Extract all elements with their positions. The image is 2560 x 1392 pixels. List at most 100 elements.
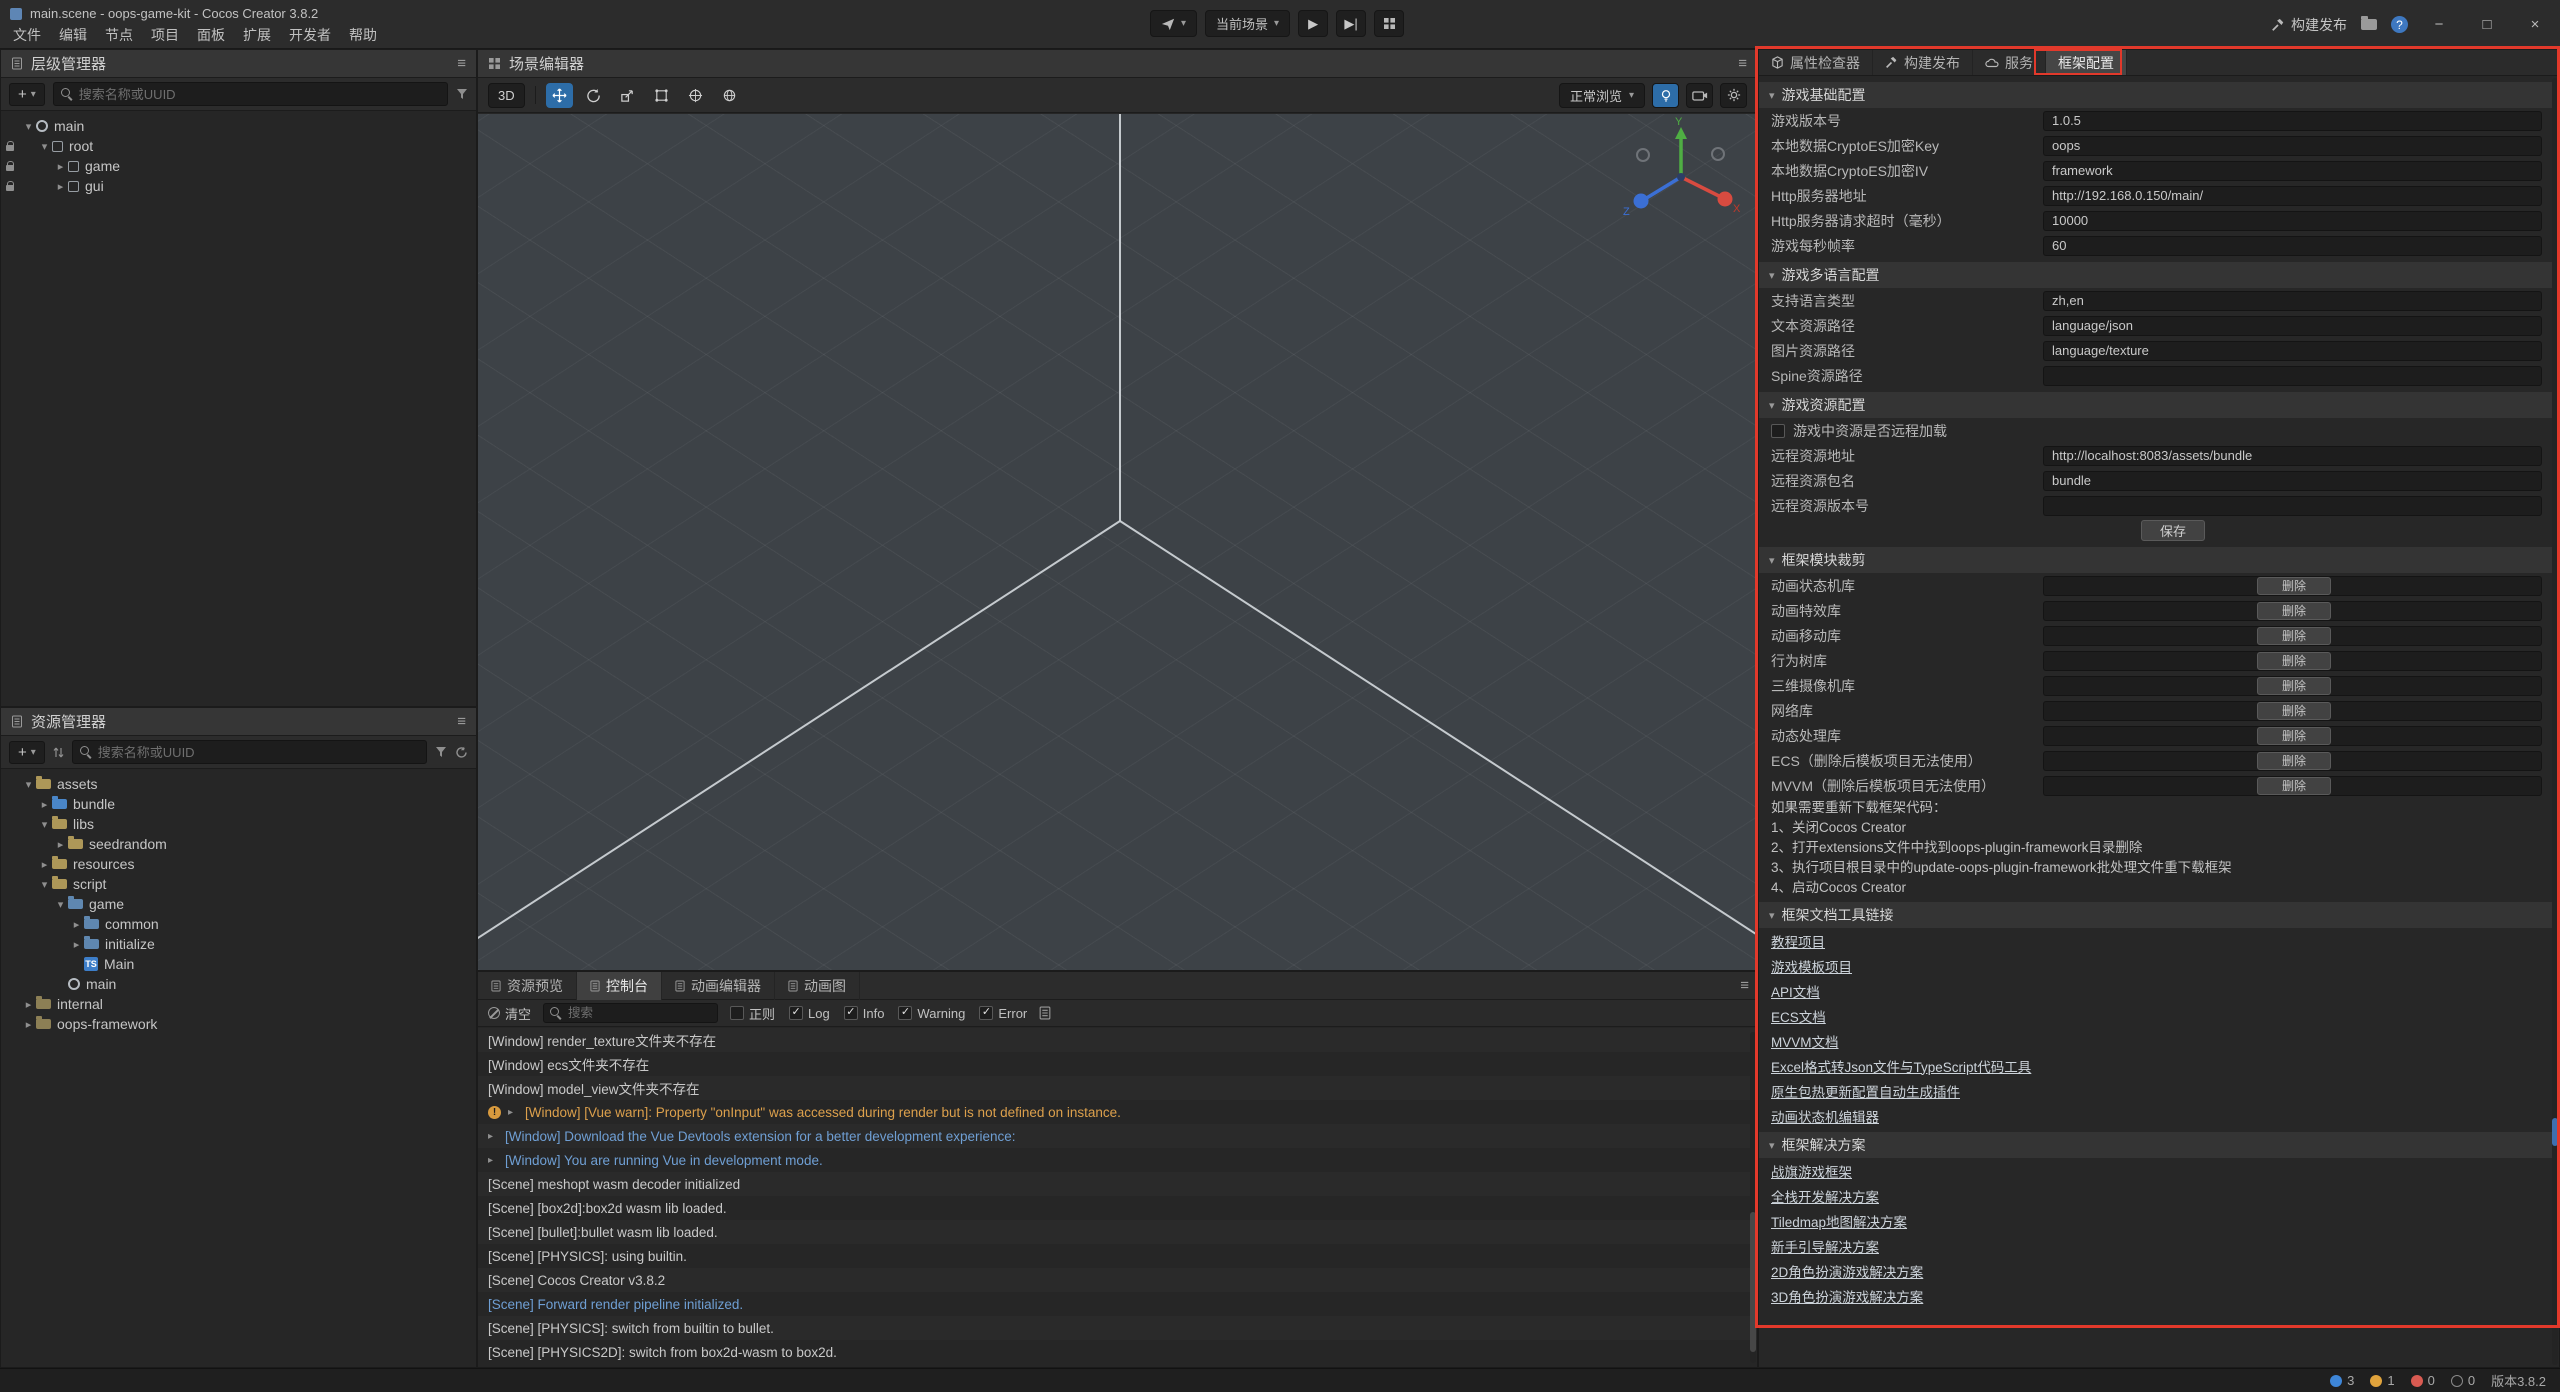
delete-button[interactable]: 删除 <box>2257 652 2331 670</box>
section-header[interactable]: ▾框架文档工具链接 <box>1759 902 2552 928</box>
expand-arrow-icon[interactable]: ▸ <box>488 1131 498 1142</box>
menu-item-1[interactable]: 编辑 <box>50 24 96 47</box>
section-header[interactable]: ▾游戏基础配置 <box>1759 82 2552 108</box>
chevron-down-icon[interactable]: ▾ <box>21 120 36 133</box>
menu-item-6[interactable]: 开发者 <box>280 24 340 47</box>
hierarchy-search[interactable] <box>53 82 448 106</box>
chevron-right-icon[interactable]: ▸ <box>53 838 68 851</box>
delete-button[interactable]: 删除 <box>2257 677 2331 695</box>
property-input[interactable] <box>2043 111 2542 131</box>
tree-row[interactable]: ▸internal <box>1 994 476 1014</box>
property-input[interactable] <box>2043 496 2542 516</box>
menu-item-7[interactable]: 帮助 <box>340 24 386 47</box>
play-button[interactable]: ▶ <box>1298 10 1328 37</box>
export-log-icon[interactable] <box>1039 1006 1051 1020</box>
tree-row[interactable]: ▸common <box>1 914 476 934</box>
tab-framework-config[interactable]: 框架配置 <box>2046 50 2127 75</box>
layout-grid-button[interactable] <box>1374 10 1404 37</box>
scene-viewport[interactable]: Y X Z <box>478 114 1757 970</box>
orientation-gizmo[interactable]: Y X Z <box>1621 117 1741 237</box>
property-input[interactable] <box>2043 211 2542 231</box>
doc-link[interactable]: 2D角色扮演游戏解决方案 <box>1771 1261 1923 1281</box>
log-row[interactable]: ▸[Window] Download the Vue Devtools exte… <box>478 1124 1757 1148</box>
tree-row[interactable]: ▸initialize <box>1 934 476 954</box>
delete-button[interactable]: 删除 <box>2257 602 2331 620</box>
doc-link[interactable]: 动画状态机编辑器 <box>1771 1106 1879 1126</box>
log-row[interactable]: [Scene] [box2d]:box2d wasm lib loaded. <box>478 1196 1757 1220</box>
panel-menu-icon[interactable]: ≡ <box>457 55 466 72</box>
panel-menu-icon[interactable]: ≡ <box>1738 55 1747 72</box>
rect-tool-button[interactable] <box>648 83 675 108</box>
section-header[interactable]: ▾框架解决方案 <box>1759 1132 2552 1158</box>
console-search[interactable] <box>543 1003 718 1023</box>
doc-link[interactable]: MVVM文档 <box>1771 1031 1839 1051</box>
tree-row[interactable]: main <box>1 974 476 994</box>
tree-row[interactable]: ▾script <box>1 874 476 894</box>
tab-inspector[interactable]: 属性检查器 <box>1759 50 1873 75</box>
property-input[interactable] <box>2043 161 2542 181</box>
doc-link[interactable]: API文档 <box>1771 981 1820 1001</box>
section-header[interactable]: ▾游戏资源配置 <box>1759 392 2552 418</box>
doc-link[interactable]: 新手引导解决方案 <box>1771 1236 1879 1256</box>
pivot-toggle-button[interactable] <box>682 83 709 108</box>
menu-item-2[interactable]: 节点 <box>96 24 142 47</box>
chevron-down-icon[interactable]: ▾ <box>21 778 36 791</box>
doc-link[interactable]: 战旗游戏框架 <box>1771 1161 1852 1181</box>
delete-button[interactable]: 删除 <box>2257 727 2331 745</box>
log-row[interactable]: [Scene] [bullet]:bullet wasm lib loaded. <box>478 1220 1757 1244</box>
scale-tool-button[interactable] <box>614 83 641 108</box>
step-button[interactable]: ▶| <box>1336 10 1366 37</box>
menu-item-5[interactable]: 扩展 <box>234 24 280 47</box>
log-row[interactable]: [Scene] [PHYSICS2D]: switch from box2d-w… <box>478 1340 1757 1364</box>
log-row[interactable]: [Scene] Forward render pipeline initiali… <box>478 1292 1757 1316</box>
preview-platform-button[interactable]: ▾ <box>1150 10 1197 37</box>
doc-link[interactable]: Excel格式转Json文件与TypeScript代码工具 <box>1771 1056 2031 1076</box>
assets-search[interactable] <box>72 740 427 764</box>
tab-build[interactable]: 构建发布 <box>1873 50 1973 75</box>
property-input[interactable] <box>2043 341 2542 361</box>
doc-link[interactable]: 教程项目 <box>1771 931 1825 951</box>
move-tool-button[interactable] <box>546 83 573 108</box>
delete-button[interactable]: 删除 <box>2257 777 2331 795</box>
status-count-0[interactable]: 3 <box>2330 1373 2354 1388</box>
sort-icon[interactable] <box>53 746 64 759</box>
property-input[interactable] <box>2043 136 2542 156</box>
tree-row[interactable]: ▸seedrandom <box>1 834 476 854</box>
doc-link[interactable]: ECS文档 <box>1771 1006 1826 1026</box>
doc-link[interactable]: Tiledmap地图解决方案 <box>1771 1211 1907 1231</box>
tree-row[interactable]: TSMain <box>1 954 476 974</box>
log-row[interactable]: [Scene] meshopt wasm decoder initialized <box>478 1172 1757 1196</box>
add-asset-button[interactable]: + ▾ <box>9 741 45 764</box>
remote-load-checkbox[interactable] <box>1771 424 1785 438</box>
tree-row[interactable]: ▾game <box>1 894 476 914</box>
scene-select[interactable]: 当前场景 ▾ <box>1205 10 1290 37</box>
tree-row[interactable]: ▾libs <box>1 814 476 834</box>
property-input[interactable] <box>2043 446 2542 466</box>
property-input[interactable] <box>2043 471 2542 491</box>
console-search-input[interactable] <box>568 1006 711 1020</box>
scene-camera-button[interactable] <box>1686 83 1713 108</box>
log-row[interactable]: [Scene] [PHYSICS]: switch from builtin t… <box>478 1316 1757 1340</box>
chevron-right-icon[interactable]: ▸ <box>69 918 84 931</box>
open-project-folder-icon[interactable] <box>2361 19 2377 30</box>
maximize-button[interactable]: □ <box>2470 11 2504 39</box>
save-button[interactable]: 保存 <box>2141 520 2205 541</box>
tree-row[interactable]: ▾main <box>1 116 476 136</box>
clear-console-button[interactable]: 清空 <box>488 1004 531 1023</box>
filter-正则[interactable]: 正则 <box>730 1004 775 1023</box>
build-publish-button[interactable]: 构建发布 <box>2271 15 2347 35</box>
doc-link[interactable]: 全栈开发解决方案 <box>1771 1186 1879 1206</box>
message-count[interactable]: 0 <box>2451 1373 2475 1388</box>
chevron-down-icon[interactable]: ▾ <box>37 878 52 891</box>
console-tab-0[interactable]: 资源预览 <box>478 972 577 1000</box>
filter-error[interactable]: Error <box>979 1006 1027 1021</box>
projection-3d-button[interactable]: 3D <box>488 83 525 108</box>
log-row[interactable]: [Scene] [PHYSICS]: using builtin. <box>478 1244 1757 1268</box>
status-count-2[interactable]: 0 <box>2411 1373 2435 1388</box>
log-row[interactable]: [Scene] Cocos Creator v3.8.2 <box>478 1268 1757 1292</box>
log-row[interactable]: [Window] model_view文件夹不存在 <box>478 1076 1757 1100</box>
console-tab-2[interactable]: 动画编辑器 <box>662 972 775 1000</box>
chevron-down-icon[interactable]: ▾ <box>53 898 68 911</box>
expand-arrow-icon[interactable]: ▸ <box>508 1107 518 1118</box>
delete-button[interactable]: 删除 <box>2257 752 2331 770</box>
